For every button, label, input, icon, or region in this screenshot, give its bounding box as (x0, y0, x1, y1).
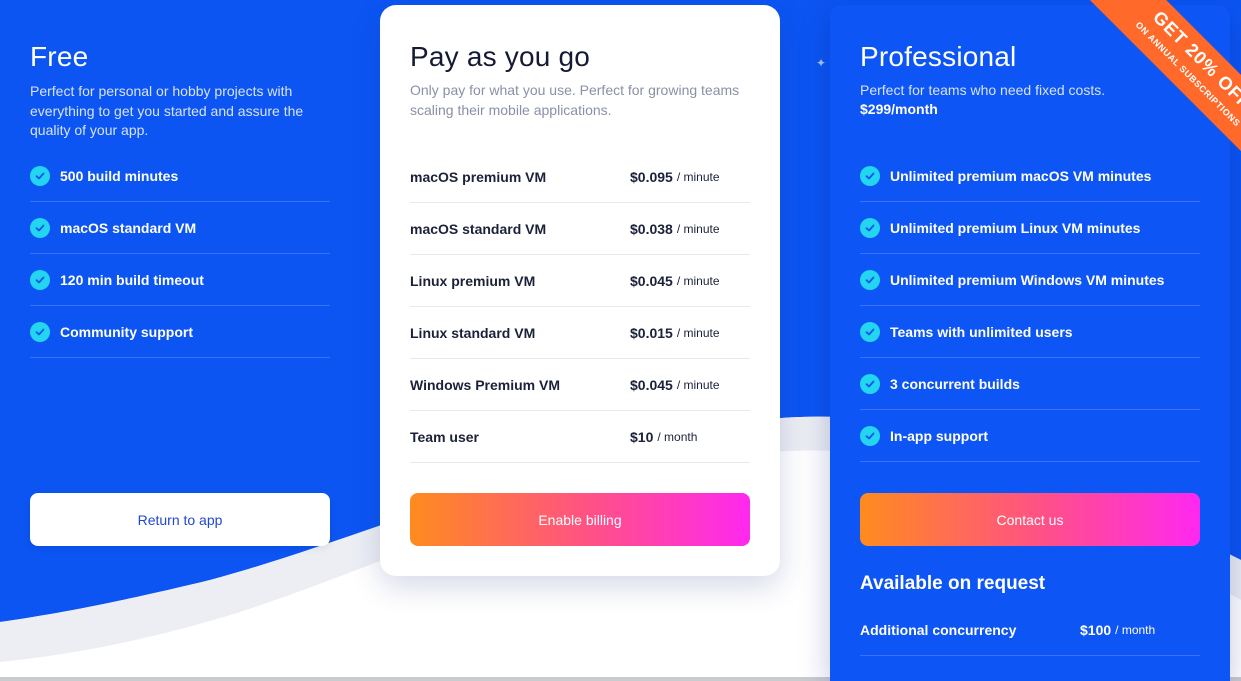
discount-ribbon: GET 20% OFF ON ANNUAL SUBSCRIPTIONS (1045, 0, 1241, 196)
price-unit: / minute (676, 377, 720, 392)
check-icon (860, 165, 880, 186)
check-icon (30, 321, 50, 342)
request-row: Additional concurrency $100 / month (860, 605, 1200, 656)
free-title: Free (30, 41, 89, 72)
price-name: macOS premium VM (410, 168, 547, 185)
price-name: macOS standard VM (410, 220, 547, 237)
price-value: $0.045 (630, 272, 673, 289)
free-feature-list: 500 build minutes macOS standard VM 120 … (30, 150, 330, 358)
pro-feature: Unlimited premium Windows VM minutes (860, 254, 1200, 306)
pro-title: Professional (860, 41, 1017, 72)
price-value: $0.015 (630, 324, 673, 341)
payg-price-list: macOS premium VM $0.095 / minute macOS s… (410, 151, 750, 463)
price-unit: / minute (676, 221, 720, 236)
check-icon (860, 425, 880, 446)
feature-label: Teams with unlimited users (890, 323, 1073, 340)
price-unit: / minute (676, 325, 720, 340)
price-unit: / minute (676, 169, 720, 184)
price-row: Linux standard VM $0.015 / minute (410, 307, 750, 359)
check-icon (30, 165, 50, 186)
payg-description: Only pay for what you use. Perfect for g… (410, 82, 740, 118)
price-row: Windows Premium VM $0.045 / minute (410, 359, 750, 411)
free-feature: Community support (30, 306, 330, 358)
request-unit: / month (1115, 623, 1156, 637)
price-row: Linux premium VM $0.045 / minute (410, 255, 750, 307)
pro-price: $299/month (860, 101, 938, 117)
check-icon (30, 217, 50, 238)
price-row: macOS standard VM $0.038 / minute (410, 203, 750, 255)
free-description: Perfect for personal or hobby projects w… (30, 83, 304, 138)
feature-label: 120 min build timeout (60, 271, 204, 288)
enable-billing-button[interactable]: Enable billing (410, 493, 750, 546)
request-value: $100 (1080, 622, 1112, 638)
check-icon (30, 269, 50, 290)
pro-feature: Teams with unlimited users (860, 306, 1200, 358)
ribbon-main-text: GET 20% OFF (1149, 6, 1241, 113)
check-icon (860, 269, 880, 290)
ribbon-band: GET 20% OFF ON ANNUAL SUBSCRIPTIONS (1083, 0, 1241, 179)
feature-label: Community support (60, 323, 193, 340)
price-name: Team user (410, 428, 479, 445)
price-value: $0.045 (630, 376, 673, 393)
feature-label: In-app support (890, 427, 988, 444)
feature-label: 3 concurrent builds (890, 375, 1020, 392)
sparkle-icon: ✦ (816, 56, 827, 70)
feature-label: Unlimited premium Linux VM minutes (890, 219, 1141, 236)
check-icon (860, 321, 880, 342)
price-unit: / minute (676, 273, 720, 288)
free-feature: 500 build minutes (30, 150, 330, 202)
price-value: $0.038 (630, 220, 673, 237)
feature-label: macOS standard VM (60, 219, 197, 236)
feature-label: Unlimited premium Windows VM minutes (890, 271, 1165, 288)
price-value: $0.095 (630, 168, 673, 185)
price-name: Linux standard VM (410, 324, 536, 341)
contact-us-button[interactable]: Contact us (860, 493, 1200, 546)
price-name: Windows Premium VM (410, 376, 561, 393)
price-value: $10 (630, 428, 654, 445)
return-to-app-button[interactable]: Return to app (30, 493, 330, 546)
pro-feature-list: Unlimited premium macOS VM minutes Unlim… (860, 150, 1200, 462)
check-icon (860, 217, 880, 238)
price-row: Team user $10 / month (410, 411, 750, 463)
available-on-request-title: Available on request (860, 573, 1046, 594)
price-name: Linux premium VM (410, 272, 536, 289)
pro-feature: Unlimited premium Linux VM minutes (860, 202, 1200, 254)
free-plan: Free Perfect for personal or hobby proje… (30, 40, 330, 358)
request-name: Additional concurrency (860, 622, 1017, 638)
price-row: macOS premium VM $0.095 / minute (410, 151, 750, 203)
pro-feature: 3 concurrent builds (860, 358, 1200, 410)
free-feature: macOS standard VM (30, 202, 330, 254)
check-icon (860, 373, 880, 394)
free-feature: 120 min build timeout (30, 254, 330, 306)
feature-label: 500 build minutes (60, 167, 179, 184)
pay-as-you-go-card: Pay as you go Only pay for what you use.… (380, 5, 780, 576)
pro-feature: In-app support (860, 410, 1200, 462)
price-unit: / month (657, 429, 698, 444)
payg-title: Pay as you go (410, 41, 591, 72)
